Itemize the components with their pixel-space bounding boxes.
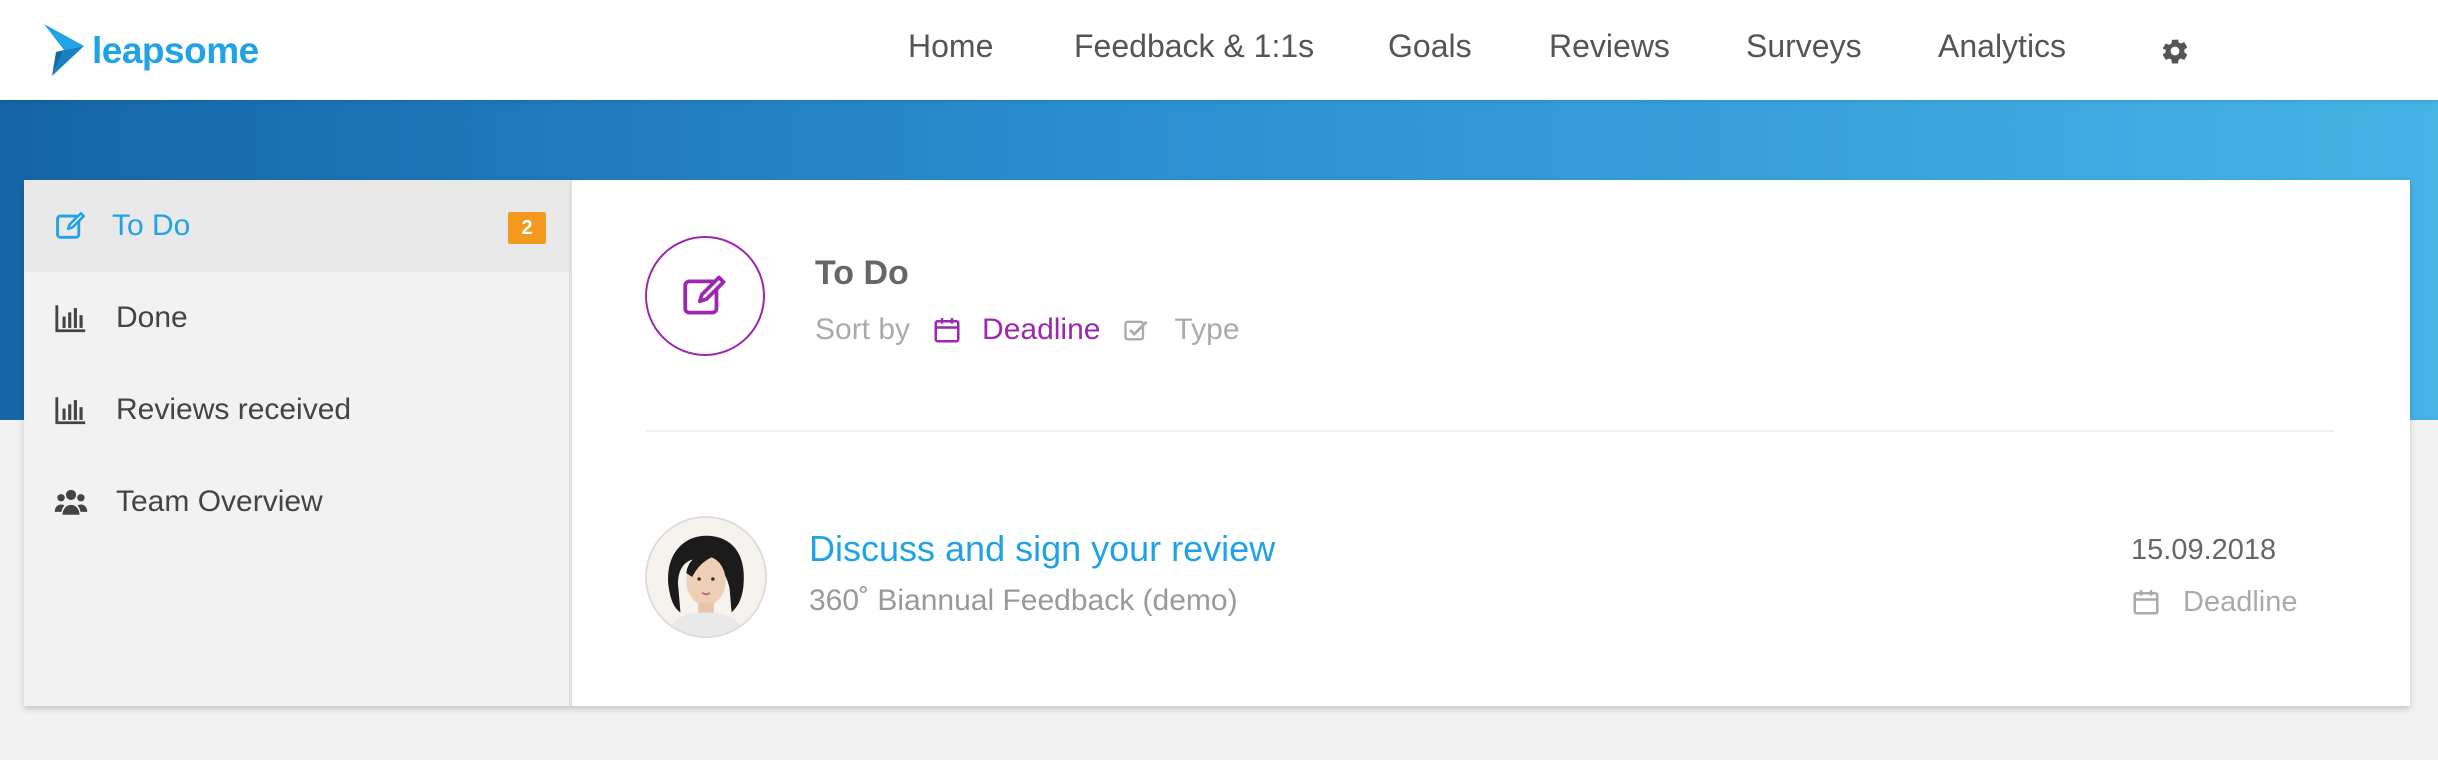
sidebar-item-label: Done [116,301,188,334]
top-navbar: leapsome Home Feedback & 1:1s Goals Revi… [0,0,2438,100]
users-icon [54,489,88,515]
sidebar-item-done[interactable]: Done [24,272,569,364]
content-card: To Do 2 Done Reviews received Team Overv… [24,180,2410,706]
sidebar-item-todo[interactable]: To Do 2 [24,180,569,272]
bar-chart-icon [55,397,86,425]
nav-surveys[interactable]: Surveys [1746,28,1862,65]
task-date: 15.09.2018 [2131,534,2277,566]
calendar-icon [2133,590,2159,615]
page-title: To Do [815,254,909,292]
sidebar: To Do 2 Done Reviews received Team Overv… [24,180,572,706]
sidebar-item-label: Reviews received [116,393,352,426]
deadline-text: Deadline [2183,585,2298,618]
todo-count-badge: 2 [508,212,546,244]
sidebar-item-team-overview[interactable]: Team Overview [24,456,569,548]
nav-home[interactable]: Home [908,28,993,65]
edit-icon [683,275,726,315]
main-content: To Do Sort by Deadline Type Discuss and … [575,180,2410,706]
calendar-icon[interactable] [932,315,962,345]
gear-icon[interactable] [2160,36,2190,66]
sort-by-type[interactable]: Type [1174,313,1239,347]
sidebar-item-label: Team Overview [116,485,323,518]
task-title-link[interactable]: Discuss and sign your review [809,528,1275,570]
nav-reviews[interactable]: Reviews [1549,28,1670,65]
checkbox-icon[interactable] [1122,316,1150,344]
bar-chart-icon [55,305,86,333]
task-deadline-label: Deadline [2131,582,2297,622]
todo-header-badge [645,236,765,356]
divider [645,430,2335,432]
edit-icon [56,211,86,239]
nav-goals[interactable]: Goals [1388,28,1472,65]
sort-bar: Sort by Deadline Type [815,310,1240,350]
main-nav: Home Feedback & 1:1s Goals Reviews Surve… [0,0,2438,100]
sort-by-deadline[interactable]: Deadline [982,313,1100,347]
nav-analytics[interactable]: Analytics [1938,28,2066,65]
avatar [645,516,767,638]
sidebar-item-reviews-received[interactable]: Reviews received [24,364,569,456]
sidebar-item-label: To Do [112,209,191,242]
sort-label: Sort by [815,313,911,346]
task-subtitle: 360˚ Biannual Feedback (demo) [809,584,1238,617]
avatar-photo [647,518,765,636]
nav-feedback[interactable]: Feedback & 1:1s [1074,28,1314,65]
